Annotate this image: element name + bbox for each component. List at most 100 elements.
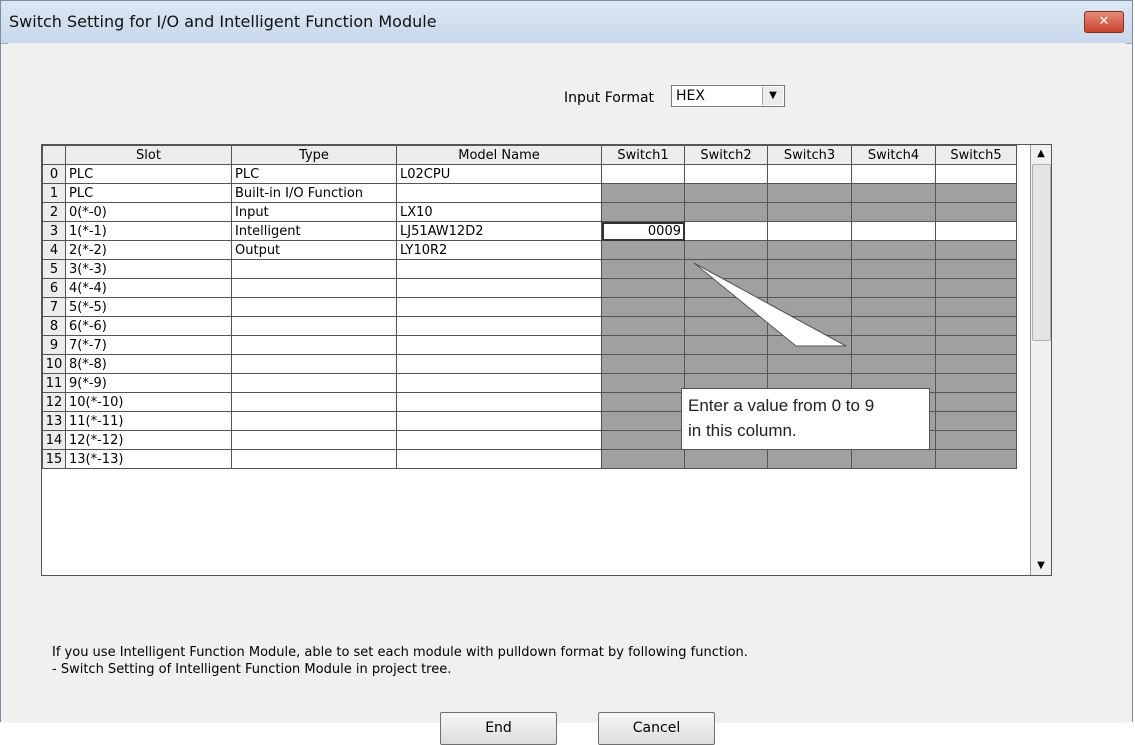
column-header: Switch3 bbox=[767, 145, 852, 165]
switch-setting-grid: Slot Type Model Name Switch1 Switch2 Switch3 S… bbox=[41, 144, 1052, 576]
switch1-cell bbox=[601, 240, 685, 260]
window-title: Switch Setting for I/O and Intelligent F… bbox=[9, 12, 437, 31]
close-icon: ✕ bbox=[1098, 14, 1110, 29]
end-button[interactable]: End bbox=[440, 712, 557, 745]
switch2-cell[interactable] bbox=[684, 221, 768, 241]
switch3-cell bbox=[767, 259, 852, 279]
table-row: 0 PLC PLC L02CPU bbox=[42, 164, 1017, 184]
switch3-cell bbox=[767, 202, 852, 222]
chevron-down-icon[interactable]: ▼ bbox=[762, 87, 783, 105]
switch3-cell[interactable] bbox=[767, 221, 852, 241]
switch5-cell bbox=[935, 392, 1017, 412]
switch1-cell bbox=[601, 335, 685, 355]
column-header: Switch1 bbox=[601, 145, 685, 165]
row-index: 4 bbox=[42, 240, 66, 260]
table-row: 6 4(*-4) bbox=[42, 278, 1017, 298]
switch4-cell bbox=[851, 335, 936, 355]
title-bar[interactable]: Switch Setting for I/O and Intelligent F… bbox=[1, 1, 1132, 44]
switch5-cell[interactable] bbox=[935, 221, 1017, 241]
switch1-cell bbox=[601, 392, 685, 412]
column-header-index bbox=[42, 145, 66, 165]
column-header: Model Name bbox=[396, 145, 602, 165]
type-cell bbox=[231, 354, 397, 374]
type-cell bbox=[231, 278, 397, 298]
row-index: 7 bbox=[42, 297, 66, 317]
table-row: 8 6(*-6) bbox=[42, 316, 1017, 336]
switch2-cell[interactable] bbox=[684, 164, 768, 184]
model-name-cell bbox=[396, 316, 602, 336]
type-cell bbox=[231, 411, 397, 431]
scroll-thumb[interactable] bbox=[1032, 164, 1051, 341]
cancel-button[interactable]: Cancel bbox=[598, 712, 715, 745]
model-name-cell bbox=[396, 183, 602, 203]
row-index: 9 bbox=[42, 335, 66, 355]
switch5-cell bbox=[935, 316, 1017, 336]
type-cell: Intelligent bbox=[231, 221, 397, 241]
table-row: 1 PLC Built-in I/O Function bbox=[42, 183, 1017, 203]
close-button[interactable]: ✕ bbox=[1084, 11, 1124, 33]
switch4-cell[interactable] bbox=[851, 164, 936, 184]
switch5-cell[interactable] bbox=[935, 164, 1017, 184]
type-cell bbox=[231, 259, 397, 279]
switch5-cell bbox=[935, 240, 1017, 260]
table-row: 5 3(*-3) bbox=[42, 259, 1017, 279]
switch2-cell bbox=[684, 354, 768, 374]
input-format-select[interactable]: HEX ▼ bbox=[671, 85, 785, 107]
switch1-cell bbox=[601, 449, 685, 469]
model-name-cell bbox=[396, 278, 602, 298]
model-name-cell: L02CPU bbox=[396, 164, 602, 184]
type-cell bbox=[231, 430, 397, 450]
slot-cell: 12(*-12) bbox=[65, 430, 232, 450]
model-name-cell bbox=[396, 297, 602, 317]
type-cell bbox=[231, 335, 397, 355]
row-index: 15 bbox=[42, 449, 66, 469]
column-header: Switch2 bbox=[684, 145, 768, 165]
row-index: 12 bbox=[42, 392, 66, 412]
switch2-cell bbox=[684, 297, 768, 317]
type-cell bbox=[231, 449, 397, 469]
switch2-cell bbox=[684, 202, 768, 222]
input-format-label: Input Format bbox=[564, 90, 655, 106]
switch1-cell[interactable] bbox=[601, 164, 685, 184]
switch4-cell bbox=[851, 278, 936, 298]
switch5-cell bbox=[935, 278, 1017, 298]
type-cell bbox=[231, 297, 397, 317]
vertical-scrollbar[interactable]: ▲ ▼ bbox=[1030, 145, 1051, 575]
slot-cell: 3(*-3) bbox=[65, 259, 232, 279]
table-row: 7 5(*-5) bbox=[42, 297, 1017, 317]
slot-cell: 9(*-9) bbox=[65, 373, 232, 393]
slot-cell: 10(*-10) bbox=[65, 392, 232, 412]
slot-cell: 8(*-8) bbox=[65, 354, 232, 374]
slot-cell: 13(*-13) bbox=[65, 449, 232, 469]
switch3-cell bbox=[767, 240, 852, 260]
callout-line-1: Enter a value from 0 to 9 bbox=[688, 396, 875, 415]
switch2-cell bbox=[684, 449, 768, 469]
switch3-cell[interactable] bbox=[767, 164, 852, 184]
type-cell: Input bbox=[231, 202, 397, 222]
row-index: 0 bbox=[42, 164, 66, 184]
row-index: 2 bbox=[42, 202, 66, 222]
switch4-cell bbox=[851, 449, 936, 469]
switch1-cell bbox=[601, 183, 685, 203]
switch5-cell bbox=[935, 430, 1017, 450]
model-name-cell bbox=[396, 335, 602, 355]
model-name-cell bbox=[396, 430, 602, 450]
switch2-cell bbox=[684, 316, 768, 336]
info-text: If you use Intelligent Function Module, … bbox=[52, 644, 748, 678]
switch5-cell bbox=[935, 183, 1017, 203]
scroll-down-icon[interactable]: ▼ bbox=[1031, 557, 1051, 575]
model-name-cell bbox=[396, 392, 602, 412]
switch1-cell[interactable]: 0009 bbox=[601, 221, 685, 241]
scroll-up-icon[interactable]: ▲ bbox=[1031, 145, 1051, 163]
table-row: 10 8(*-8) bbox=[42, 354, 1017, 374]
switch5-cell bbox=[935, 449, 1017, 469]
slot-cell: 2(*-2) bbox=[65, 240, 232, 260]
row-index: 6 bbox=[42, 278, 66, 298]
switch1-cell bbox=[601, 202, 685, 222]
switch4-cell[interactable] bbox=[851, 221, 936, 241]
model-name-cell bbox=[396, 373, 602, 393]
row-index: 5 bbox=[42, 259, 66, 279]
switch4-cell bbox=[851, 297, 936, 317]
slot-cell: 4(*-4) bbox=[65, 278, 232, 298]
switch2-cell bbox=[684, 259, 768, 279]
